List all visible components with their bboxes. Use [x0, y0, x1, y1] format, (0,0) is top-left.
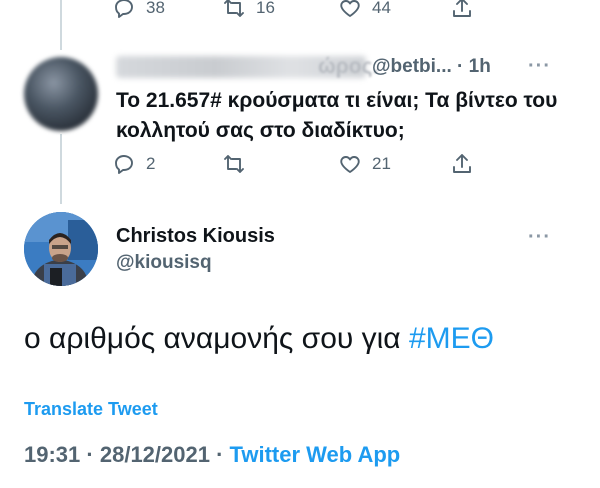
meta-separator: ·	[216, 442, 224, 467]
meta-separator: ·	[86, 442, 94, 467]
reply-icon	[115, 0, 133, 18]
main-author-avatar[interactable]	[24, 212, 98, 286]
top-share-button[interactable]	[450, 0, 474, 20]
main-tweet-text-body: ο αριθμός αναμονής σου για	[24, 322, 409, 355]
reply-like-count: 21	[372, 154, 391, 173]
avatar-photo	[24, 212, 98, 286]
reply-icon	[115, 155, 133, 174]
hashtag-link[interactable]: #ΜΕΘ	[409, 322, 494, 355]
separator-dot: ·	[457, 56, 464, 77]
tweet-time[interactable]: 19:31	[24, 442, 80, 467]
main-tweet-text: ο αριθμός αναμονής σου για #ΜΕΘ	[24, 322, 494, 356]
reply-share-button[interactable]	[450, 152, 474, 176]
like-icon	[340, 156, 360, 173]
reply-reply-count: 2	[146, 154, 156, 173]
main-author-name[interactable]: Christos Kiousis	[116, 225, 275, 248]
tweet-source-link[interactable]: Twitter Web App	[230, 442, 401, 467]
retweet-icon	[224, 155, 244, 173]
tweet-date[interactable]: 28/12/2021	[100, 442, 210, 467]
main-author-handle[interactable]: @kiousisq	[116, 252, 212, 274]
top-retweet-button[interactable]: 16	[222, 0, 275, 20]
main-more-options-icon[interactable]: ···	[528, 226, 551, 249]
reply-handle-time: @betbi... · 1h	[372, 56, 491, 78]
retweet-icon	[224, 0, 244, 17]
reply-author-name-tail: ώρος.	[318, 55, 379, 78]
reply-time[interactable]: 1h	[469, 56, 491, 77]
reply-handle[interactable]: @betbi...	[372, 56, 452, 77]
reply-tweet-text: Το 21.657# κρούσματα τι είναι; Τα βίντεο…	[116, 89, 558, 142]
thread-line-top	[60, 0, 62, 50]
top-retweet-count: 16	[256, 0, 275, 17]
reply-like-button[interactable]: 21	[338, 152, 391, 176]
top-reply-count: 38	[146, 0, 165, 17]
share-icon	[453, 154, 471, 173]
reply-retweet-button[interactable]	[222, 152, 246, 176]
reply-reply-button[interactable]: 2	[112, 152, 155, 176]
translate-tweet-link[interactable]: Translate Tweet	[24, 399, 158, 420]
like-icon	[340, 0, 360, 17]
top-like-count: 44	[372, 0, 391, 17]
share-icon	[453, 0, 471, 17]
reply-author-avatar[interactable]	[24, 57, 98, 131]
reply-more-options-icon[interactable]: ···	[528, 55, 551, 78]
top-like-button[interactable]: 44	[338, 0, 391, 20]
tweet-meta: 19:31 · 28/12/2021 · Twitter Web App	[24, 442, 400, 468]
thread-line-bottom	[60, 134, 62, 204]
top-reply-button[interactable]: 38	[112, 0, 165, 20]
